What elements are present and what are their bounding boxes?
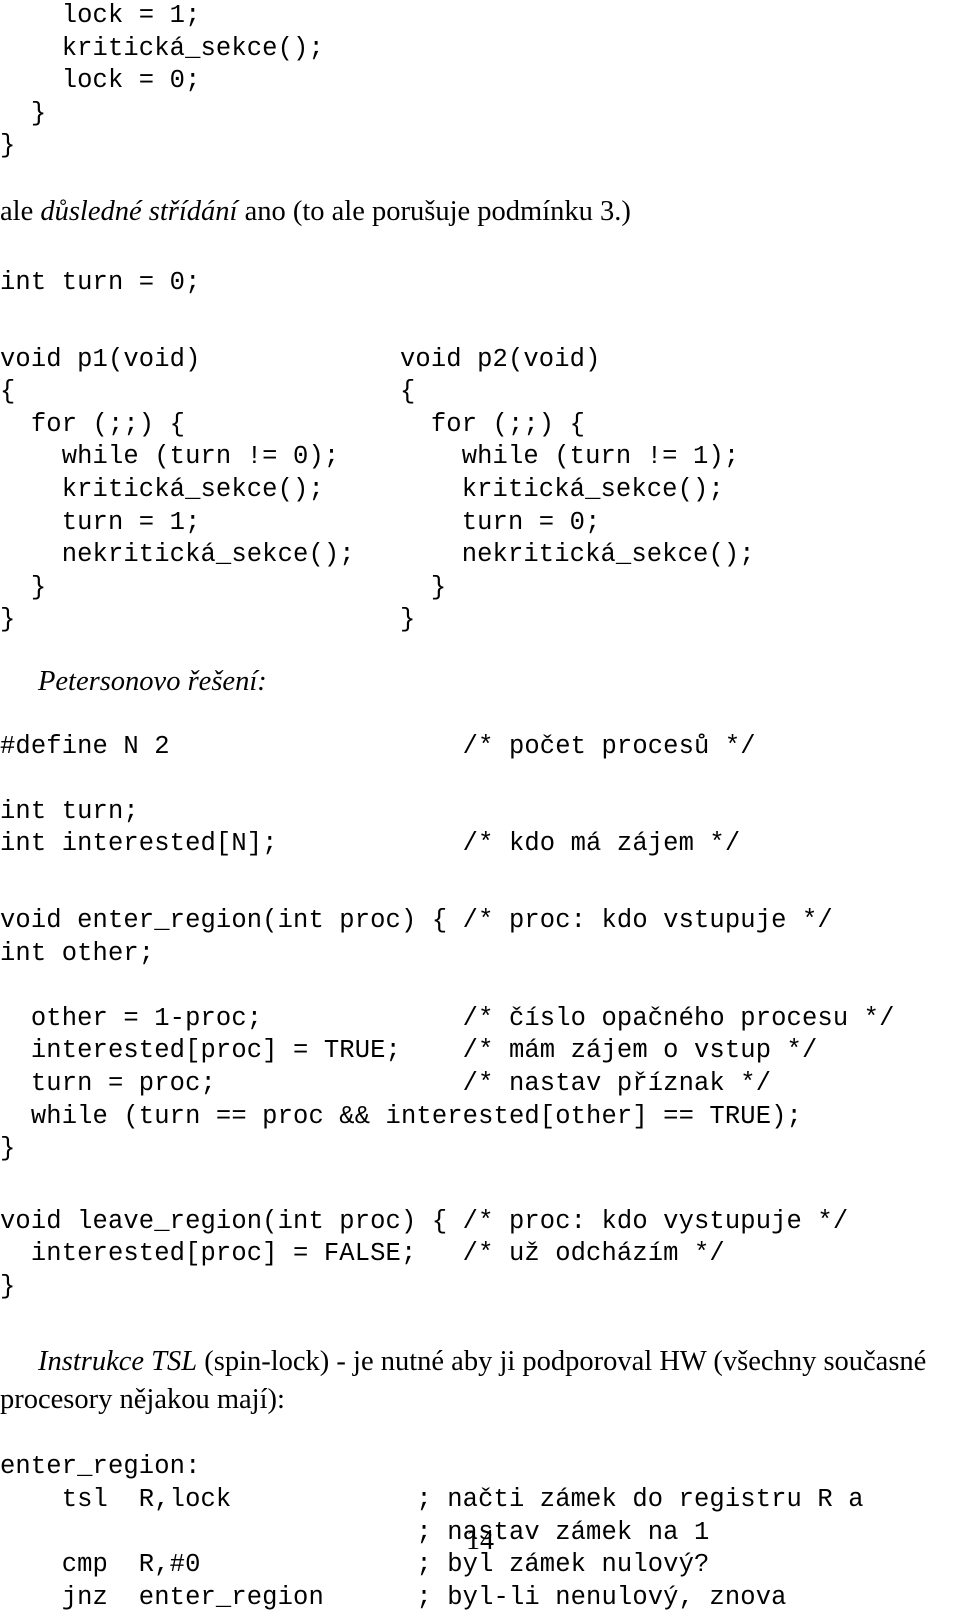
paragraph-tail: ano (to ale porušuje podmínku 3.) [237, 195, 631, 227]
code-block-peterson-leave-region: void leave_region(int proc) { /* proc: k… [0, 1206, 849, 1301]
paragraph-strict-alternation: ale důsledné střídání ano (to ale porušu… [0, 193, 960, 231]
code-block-lock-tail: lock = 1; kritická_sekce(); lock = 0; } … [0, 1, 324, 161]
code-block-process-p2: void p2(void) { for (;;) { while (turn !… [400, 344, 755, 635]
code-block-process-p1: void p1(void) { for (;;) { while (turn !… [0, 344, 355, 635]
code-block-turn-declaration: int turn = 0; [0, 267, 201, 297]
paragraph-lead: ale [0, 195, 41, 227]
emphasis-tsl: Instrukce TSL [38, 1346, 198, 1378]
document-page: lock = 1; kritická_sekce(); lock = 0; } … [0, 0, 960, 1612]
code-block-process-pair: void p1(void) { for (;;) { while (turn !… [0, 344, 960, 637]
code-block-peterson-enter-region: void enter_region(int proc) { /* proc: k… [0, 905, 895, 1164]
heading-peterson-solution: Petersonovo řešení: [38, 665, 267, 697]
page-content: lock = 1; kritická_sekce(); lock = 0; } … [0, 0, 960, 1614]
paragraph-tsl-instruction: Instrukce TSL (spin-lock) - je nutné aby… [0, 1343, 960, 1419]
page-number: 14 [466, 1525, 494, 1556]
emphasis-strict-alternation: důsledné střídání [40, 195, 238, 227]
code-block-peterson-declarations: #define N 2 /* počet procesů */ int turn… [0, 731, 756, 859]
